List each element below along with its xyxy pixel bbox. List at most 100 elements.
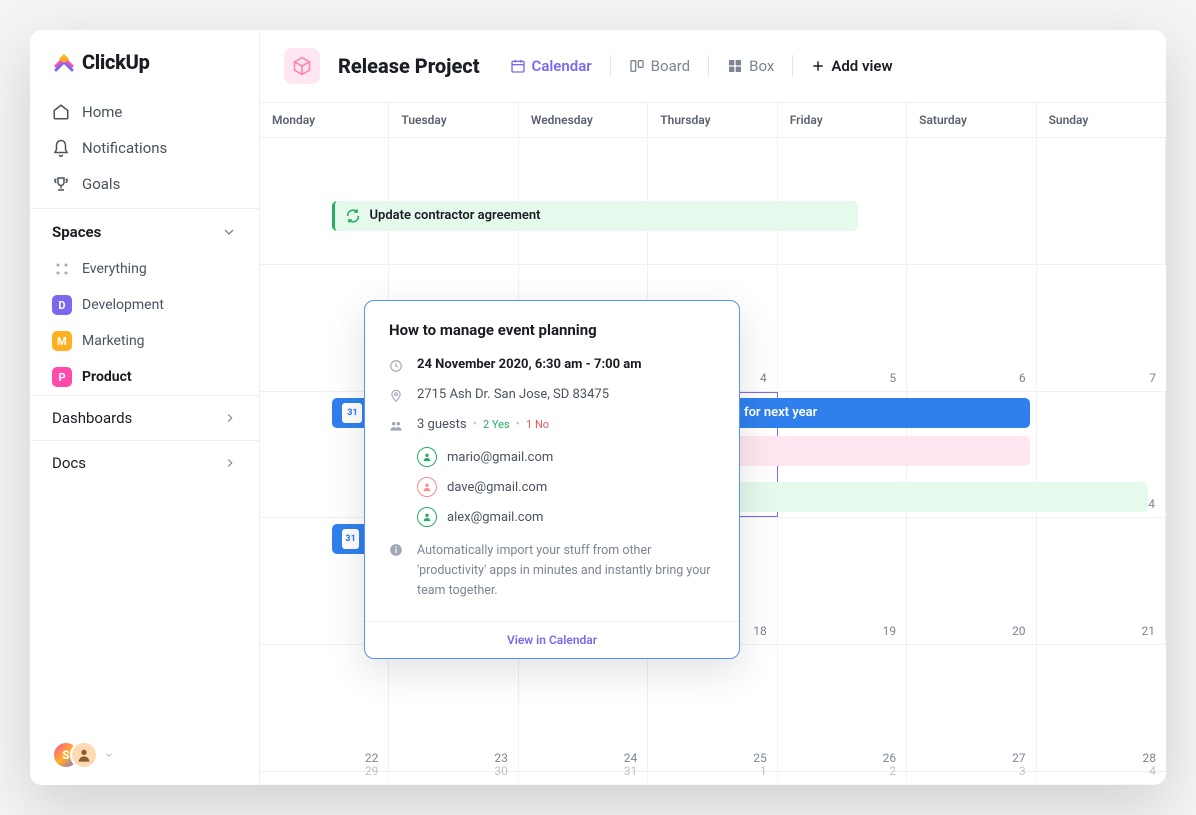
sidebar: ClickUp Home Notifications Goals Spaces bbox=[30, 30, 260, 785]
view-board[interactable]: Board bbox=[629, 53, 690, 79]
add-view-button[interactable]: Add view bbox=[811, 57, 892, 75]
section-docs[interactable]: Docs bbox=[30, 440, 259, 485]
calendar-cell[interactable]: 22 bbox=[260, 645, 389, 771]
day-number: 23 bbox=[494, 751, 508, 765]
calendar-header: Monday Tuesday Wednesday Thursday Friday… bbox=[260, 102, 1166, 138]
member-avatar bbox=[70, 741, 98, 769]
calendar-week: 22 23 24 25 26 27 28 bbox=[260, 645, 1166, 772]
space-badge: P bbox=[52, 367, 72, 387]
guest-list: mario@gmail.com dave@gmail.com alex@gmai… bbox=[389, 447, 715, 527]
calendar-cell[interactable]: 19 bbox=[778, 518, 907, 644]
logo: ClickUp bbox=[30, 30, 259, 88]
day-number: 4 bbox=[1149, 764, 1156, 778]
day-header: Sunday bbox=[1037, 103, 1166, 137]
nav-goals[interactable]: Goals bbox=[30, 166, 259, 202]
calendar-cell[interactable]: 7 bbox=[1037, 265, 1166, 391]
day-header: Monday bbox=[260, 103, 389, 137]
space-development[interactable]: D Development bbox=[30, 287, 259, 323]
day-number: 30 bbox=[494, 764, 508, 778]
bell-icon bbox=[52, 139, 70, 157]
separator bbox=[708, 55, 709, 77]
calendar-cell[interactable] bbox=[1037, 138, 1166, 264]
day-number: 20 bbox=[1012, 624, 1026, 638]
package-icon bbox=[292, 56, 312, 76]
everything-icon bbox=[52, 259, 72, 279]
day-number: 7 bbox=[1149, 371, 1156, 385]
separator bbox=[792, 55, 793, 77]
popup-view-calendar-link[interactable]: View in Calendar bbox=[365, 621, 739, 658]
space-product[interactable]: P Product bbox=[30, 359, 259, 395]
nav-home[interactable]: Home bbox=[30, 94, 259, 130]
main-content: Release Project Calendar Board Box Add v… bbox=[260, 30, 1166, 785]
info-icon bbox=[389, 543, 403, 557]
guest-email: alex@gmail.com bbox=[447, 510, 543, 525]
nav-group: Home Notifications Goals bbox=[30, 88, 259, 208]
calendar-date-icon: 31 bbox=[342, 529, 358, 549]
day-number: 3 bbox=[1019, 764, 1026, 778]
nav-label: Notifications bbox=[82, 139, 167, 157]
popup-description: Automatically import your stuff from oth… bbox=[417, 541, 715, 601]
calendar-cell[interactable]: 1 bbox=[648, 772, 777, 784]
logo-text: ClickUp bbox=[82, 50, 150, 74]
day-header: Wednesday bbox=[519, 103, 648, 137]
calendar-cell[interactable] bbox=[907, 138, 1036, 264]
day-number: 22 bbox=[365, 751, 379, 765]
calendar-cell[interactable]: 30 bbox=[389, 772, 518, 784]
calendar-cell[interactable]: 21 bbox=[1037, 518, 1166, 644]
project-title: Release Project bbox=[338, 54, 480, 78]
calendar-cell[interactable]: 4 bbox=[1037, 772, 1166, 784]
avatar-stack[interactable]: S bbox=[52, 741, 98, 769]
calendar-cell[interactable]: 28 bbox=[1037, 645, 1166, 771]
day-header: Friday bbox=[778, 103, 907, 137]
calendar-cell[interactable]: 23 bbox=[389, 645, 518, 771]
calendar-date-icon: 31 bbox=[342, 403, 362, 423]
calendar-cell[interactable]: 3 bbox=[907, 772, 1036, 784]
space-badge: D bbox=[52, 295, 72, 315]
calendar-cell[interactable]: 25 bbox=[648, 645, 777, 771]
guest-yes: 2 Yes bbox=[483, 418, 510, 431]
guest-item: dave@gmail.com bbox=[417, 477, 715, 497]
day-number: 25 bbox=[753, 751, 767, 765]
view-box[interactable]: Box bbox=[727, 53, 774, 79]
view-calendar[interactable]: Calendar bbox=[510, 53, 592, 79]
spaces-header[interactable]: Spaces bbox=[30, 208, 259, 251]
popup-datetime: 24 November 2020, 6:30 am - 7:00 am bbox=[417, 357, 642, 372]
popup-description-row: Automatically import your stuff from oth… bbox=[389, 541, 715, 601]
section-label: Dashboards bbox=[52, 409, 132, 427]
calendar-week: Update contractor agreement bbox=[260, 138, 1166, 265]
day-header: Tuesday bbox=[389, 103, 518, 137]
space-everything[interactable]: Everything bbox=[30, 251, 259, 287]
chevron-down-icon[interactable] bbox=[104, 750, 114, 760]
guests-icon bbox=[389, 419, 403, 433]
calendar-cell[interactable]: 26 bbox=[778, 645, 907, 771]
calendar-cell[interactable]: 6 bbox=[907, 265, 1036, 391]
guest-item: alex@gmail.com bbox=[417, 507, 715, 527]
calendar-cell[interactable]: 20 bbox=[907, 518, 1036, 644]
nav-label: Goals bbox=[82, 175, 120, 193]
calendar-cell[interactable]: 24 bbox=[519, 645, 648, 771]
calendar-cell[interactable]: 29 bbox=[260, 772, 389, 784]
trophy-icon bbox=[52, 175, 70, 193]
day-number: 18 bbox=[753, 624, 767, 638]
clock-icon bbox=[389, 359, 403, 373]
calendar-cell[interactable]: 2 bbox=[778, 772, 907, 784]
section-dashboards[interactable]: Dashboards bbox=[30, 395, 259, 440]
event-pale-green[interactable] bbox=[731, 482, 1148, 512]
guest-summary: 3 guests • 2 Yes • 1 No bbox=[417, 417, 549, 432]
space-marketing[interactable]: M Marketing bbox=[30, 323, 259, 359]
section-label: Spaces bbox=[52, 223, 101, 241]
recurring-icon bbox=[345, 208, 361, 224]
box-grid-icon bbox=[727, 58, 743, 74]
chevron-right-icon bbox=[223, 411, 237, 425]
nav-notifications[interactable]: Notifications bbox=[30, 130, 259, 166]
calendar-cell[interactable]: 27 bbox=[907, 645, 1036, 771]
location-icon bbox=[389, 389, 403, 403]
app-window: ClickUp Home Notifications Goals Spaces bbox=[30, 30, 1166, 785]
calendar-cell[interactable]: 31 bbox=[519, 772, 648, 784]
space-label: Development bbox=[82, 297, 164, 313]
project-badge bbox=[284, 48, 320, 84]
event-green[interactable]: Update contractor agreement bbox=[332, 201, 857, 231]
day-number: 28 bbox=[1143, 751, 1157, 765]
calendar-cell[interactable]: 5 bbox=[778, 265, 907, 391]
guest-email: mario@gmail.com bbox=[447, 450, 553, 465]
